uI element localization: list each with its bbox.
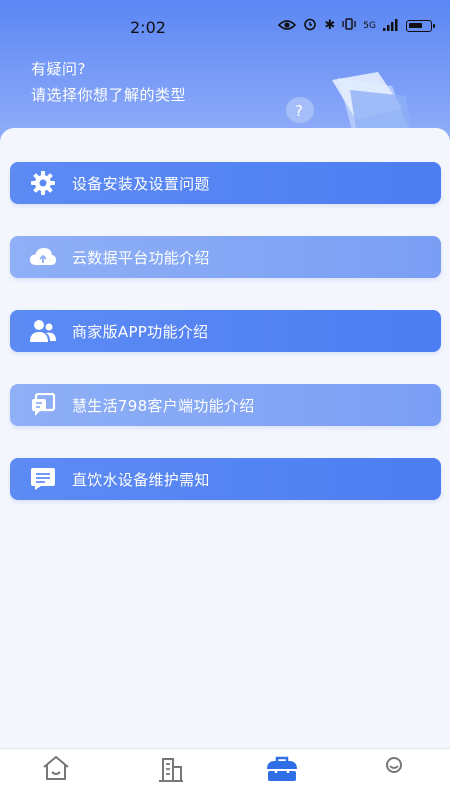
building-icon	[155, 755, 185, 795]
users-icon	[28, 318, 58, 344]
gear-icon	[28, 170, 58, 196]
menu-item-client-app[interactable]: 慧生活798客户端功能介绍	[10, 384, 441, 426]
help-subtitle: 请选择你想了解的类型	[31, 86, 187, 104]
alarm-icon	[303, 17, 317, 35]
menu-item-label: 设备安装及设置问题	[72, 174, 210, 193]
bottom-tab-bar	[0, 748, 450, 801]
menu-item-maintenance[interactable]: 直饮水设备维护需知	[10, 458, 441, 500]
cloud-icon	[28, 244, 58, 270]
signal-icon	[383, 17, 399, 35]
tab-home[interactable]	[36, 755, 76, 795]
menu-item-cloud-platform[interactable]: 云数据平台功能介绍	[10, 236, 441, 278]
network-label: 5G	[363, 21, 376, 31]
tab-profile[interactable]	[374, 755, 414, 795]
menu-item-label: 云数据平台功能介绍	[72, 248, 210, 267]
eye-icon	[278, 17, 297, 35]
chat-device-icon	[28, 392, 58, 418]
tab-toolbox[interactable]	[262, 755, 302, 795]
menu-item-label: 直饮水设备维护需知	[72, 470, 210, 489]
status-time: 2:02	[130, 18, 166, 37]
battery-icon	[406, 20, 435, 32]
message-icon	[28, 466, 58, 492]
menu-item-merchant-app[interactable]: 商家版APP功能介绍	[10, 310, 441, 352]
menu-item-device-setup[interactable]: 设备安装及设置问题	[10, 162, 441, 204]
bluetooth-icon: ✱	[324, 18, 336, 33]
help-title: 有疑问?	[31, 60, 86, 78]
home-icon	[41, 755, 71, 795]
status-icons: ✱ 5G	[278, 17, 435, 35]
svg-text:?: ?	[295, 102, 303, 120]
content-panel	[0, 128, 450, 748]
status-bar: 2:02 ✱ 5G	[0, 0, 450, 52]
tab-building[interactable]	[150, 755, 190, 795]
menu-item-label: 慧生活798客户端功能介绍	[72, 396, 255, 415]
profile-icon	[379, 755, 409, 795]
menu-item-label: 商家版APP功能介绍	[72, 322, 209, 341]
toolbox-icon	[265, 755, 299, 795]
vibrate-icon	[342, 17, 356, 35]
